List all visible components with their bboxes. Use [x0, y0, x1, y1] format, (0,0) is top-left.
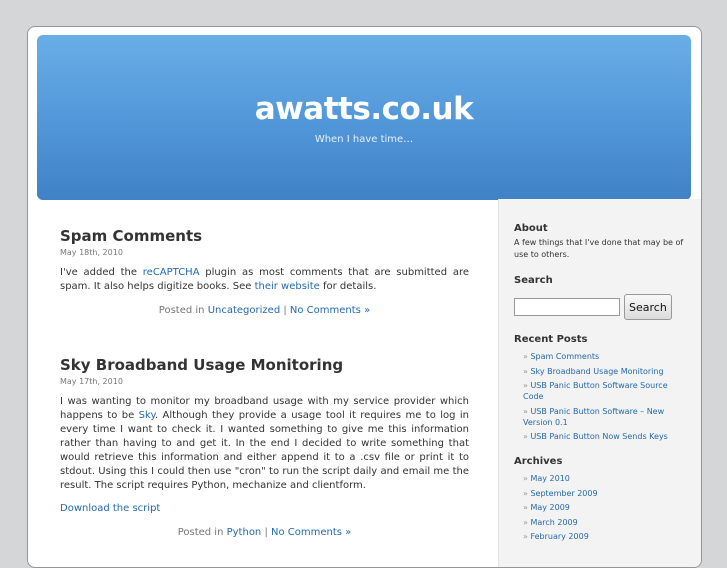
comments-link[interactable]: No Comments » [290, 305, 370, 316]
inline-link[interactable]: reCAPTCHA [143, 267, 200, 278]
download-paragraph: Download the script [60, 502, 469, 516]
recent-post-item-link[interactable]: USB Panic Button Software – New Version … [523, 407, 664, 427]
post-title[interactable]: Spam Comments [60, 227, 469, 245]
search-button[interactable]: Search [624, 294, 672, 320]
body-text: . Although they provide a usage tool it … [60, 410, 470, 491]
recent-post-item-link[interactable]: USB Panic Button Software Source Code [523, 381, 668, 401]
sidebar: About A few things that I've done that m… [514, 223, 689, 546]
recent-post-item-link[interactable]: Sky Broadband Usage Monitoring [530, 367, 663, 376]
archives-section: Archives » May 2010» September 2009» May… [514, 456, 689, 542]
download-script-link[interactable]: Download the script [60, 503, 160, 514]
archive-item: » February 2009 [523, 531, 689, 542]
archives-list: » May 2010 » September 2009 » May 2009 » Ma… [514, 473, 689, 542]
post-title[interactable]: Sky Broadband Usage Monitoring [60, 356, 469, 374]
archives-heading: Archives [514, 456, 563, 467]
recent-posts-list: » Spam Comments » Sky Broadband Usage Mon… [514, 351, 689, 442]
recent-post-item: » USB Panic Button Now Sends Keys [523, 431, 689, 442]
main-content: Spam Comments May 18th, 2010 I've added … [60, 227, 469, 538]
post-body: I was wanting to monitor my broadband us… [60, 395, 469, 493]
archive-item-link[interactable]: May 2010 [530, 474, 569, 483]
search-heading: Search [514, 275, 553, 286]
about-text: A few things that I've done that may be … [514, 238, 684, 259]
search-form: Search [514, 294, 689, 320]
recent-post-item: » Sky Broadband Usage Monitoring [523, 366, 689, 377]
archive-item-link[interactable]: February 2009 [530, 532, 588, 541]
post-date: May 17th, 2010 [60, 377, 123, 386]
recent-post-item: » USB Panic Button Software – New Versio… [523, 406, 689, 428]
posted-in-label: Posted in [177, 527, 227, 538]
archive-item: » September 2009 [523, 488, 689, 499]
archive-item-link[interactable]: September 2009 [530, 489, 597, 498]
archive-item-link[interactable]: March 2009 [530, 518, 577, 527]
about-heading: About [514, 223, 548, 234]
posted-in-label: Posted in [158, 305, 208, 316]
search-input[interactable] [514, 298, 620, 316]
site-header: awatts.co.uk When I have time… [37, 35, 691, 200]
post-body: I've added the reCAPTCHA plugin as most … [60, 266, 469, 294]
recent-posts-section: Recent Posts » Spam Comments » Sky Broadb… [514, 334, 689, 442]
archive-item: » May 2010 [523, 473, 689, 484]
recent-post-item-link[interactable]: Spam Comments [530, 352, 599, 361]
post-spam-comments: Spam Comments May 18th, 2010 I've added … [60, 227, 469, 316]
inline-link[interactable]: Sky [139, 410, 155, 421]
category-link[interactable]: Uncategorized [208, 305, 280, 316]
body-text: I've added the [60, 267, 143, 278]
search-section: Search Search [514, 275, 689, 320]
archive-item: » May 2009 [523, 502, 689, 513]
recent-post-item: » USB Panic Button Software Source Code [523, 380, 689, 402]
page-container: awatts.co.uk When I have time… Spam Comm… [27, 26, 702, 568]
post-meta: Posted in Uncategorized | No Comments » [60, 305, 469, 316]
comments-link[interactable]: No Comments » [271, 527, 351, 538]
meta-separator: | [280, 305, 290, 316]
site-title[interactable]: awatts.co.uk [37, 91, 691, 127]
recent-posts-heading: Recent Posts [514, 334, 588, 345]
meta-separator: | [261, 527, 272, 538]
post-meta: Posted in Python | No Comments » [60, 527, 469, 538]
inline-link[interactable]: their website [255, 281, 320, 292]
post-date: May 18th, 2010 [60, 248, 123, 257]
site-tagline: When I have time… [314, 134, 414, 145]
archive-item: » March 2009 [523, 517, 689, 528]
archive-item-link[interactable]: May 2009 [530, 503, 569, 512]
category-link[interactable]: Python [227, 527, 262, 538]
body-text: for details. [319, 281, 377, 292]
recent-post-item: » Spam Comments [523, 351, 689, 362]
post-sky-broadband: Sky Broadband Usage Monitoring May 17th,… [60, 356, 469, 538]
recent-post-item-link[interactable]: USB Panic Button Now Sends Keys [530, 432, 667, 441]
